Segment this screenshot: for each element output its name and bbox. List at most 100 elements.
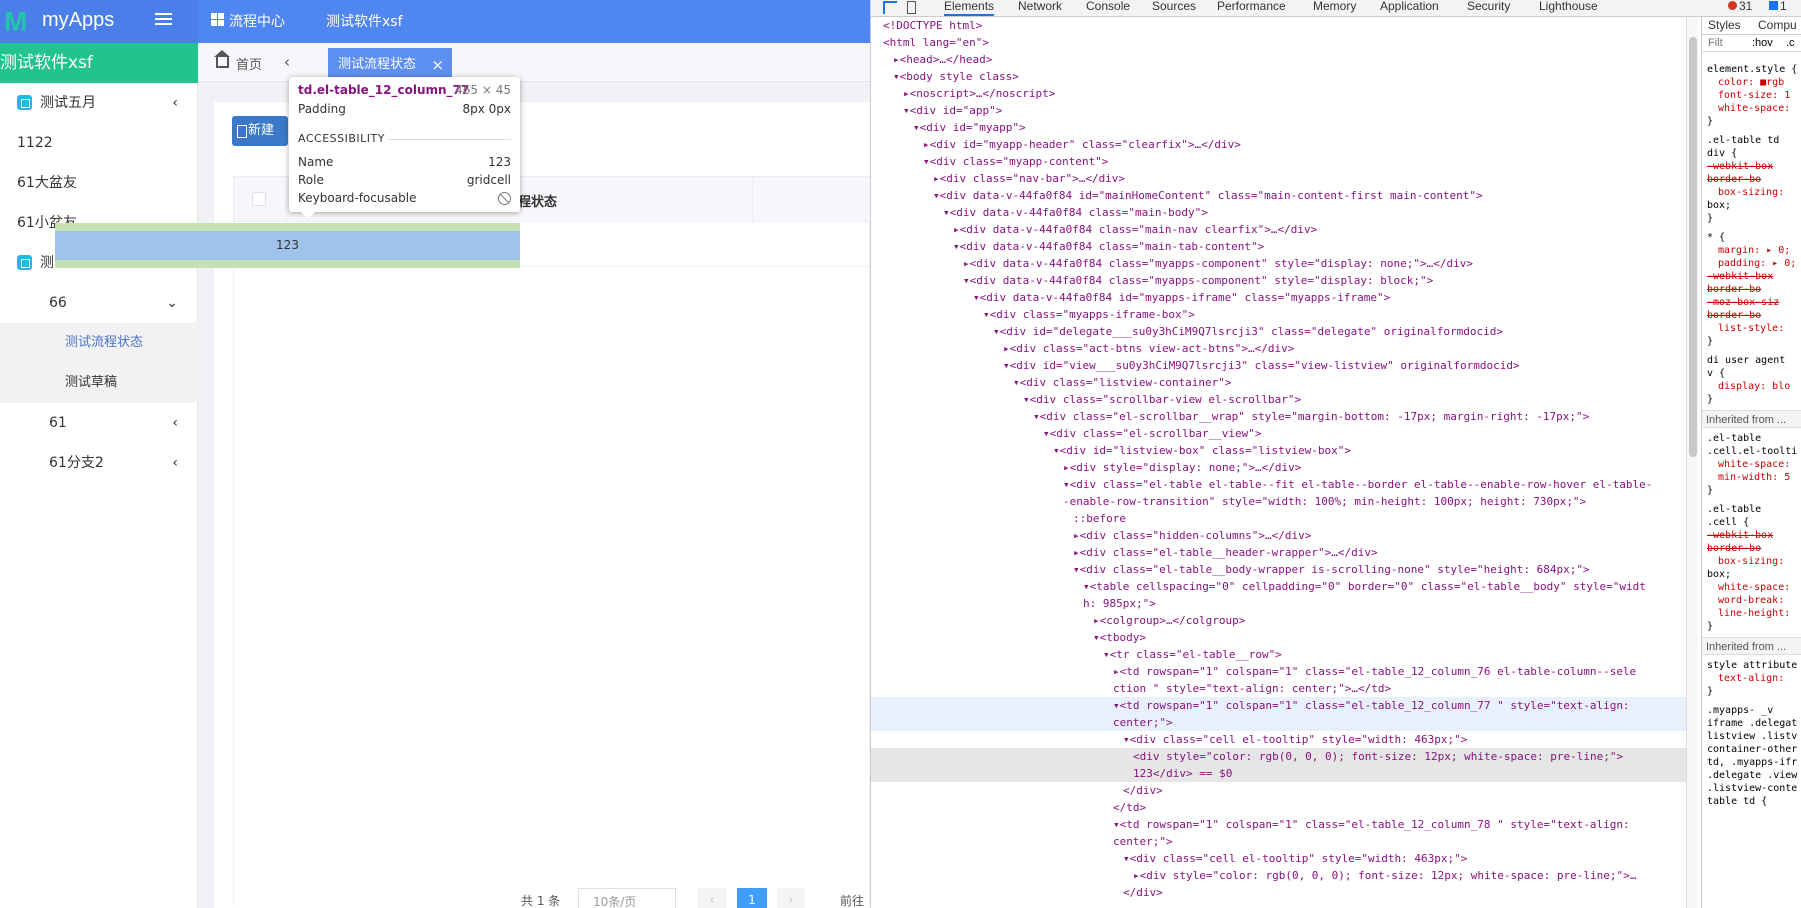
dom-node[interactable]: ction " style="text-align: center;">…</t… <box>871 680 1686 697</box>
style-rule-line: box-sizing: <box>1718 556 1785 567</box>
warning-count-badge[interactable]: 1 <box>1769 0 1787 13</box>
styles-tabbar: Styles Compu <box>1702 17 1801 35</box>
dom-node[interactable]: ▾<div id="myapp"> <box>871 119 1686 136</box>
doctype-line[interactable]: <!DOCTYPE html> <box>871 17 1686 34</box>
tab-computed[interactable]: Compu <box>1758 19 1797 32</box>
tab-sources[interactable]: Sources <box>1152 0 1196 16</box>
column-header-status[interactable]: 程状态 <box>518 191 557 210</box>
tab-elements[interactable]: Elements <box>944 0 995 16</box>
dom-node[interactable]: ▾<div id="app"> <box>871 102 1686 119</box>
dom-node[interactable]: ▾<div class="listview-container"> <box>871 374 1686 391</box>
dom-node[interactable]: ▾<div class="el-table__body-wrapper is-s… <box>871 561 1686 578</box>
dom-node[interactable]: ▾<td rowspan="1" colspan="1" class="el-t… <box>871 816 1686 833</box>
dom-node[interactable]: -enable-row-transition" style="width: 10… <box>871 493 1686 510</box>
sidebar-item-1122[interactable]: 1122 <box>0 123 198 163</box>
dom-node[interactable]: ▸<div class="el-table__header-wrapper">…… <box>871 544 1686 561</box>
dom-node[interactable]: h: 985px;"> <box>871 595 1686 612</box>
tab-application[interactable]: Application <box>1380 0 1439 16</box>
menu-toggle-icon[interactable] <box>155 13 172 27</box>
hover-toggle[interactable]: :hov <box>1752 37 1773 50</box>
topnav-app-name[interactable]: 测试软件xsf <box>326 11 403 31</box>
dom-node[interactable]: </div> <box>871 782 1686 799</box>
dom-node[interactable]: ▸<div data-v-44fa0f84 class="main-nav cl… <box>871 221 1686 238</box>
sidebar-item-process-status[interactable]: 测试流程状态 <box>0 323 198 363</box>
prev-page-button[interactable]: ‹ <box>698 888 726 908</box>
new-button[interactable]: 新建 <box>232 116 288 146</box>
dom-node[interactable]: <html lang="en"> <box>871 34 1686 51</box>
dom-scrollbar[interactable] <box>1686 17 1698 908</box>
tab-console[interactable]: Console <box>1086 0 1130 16</box>
dom-node[interactable]: ▾<div id="delegate___su0y3hCiM9Q7lsrcji3… <box>871 323 1686 340</box>
dom-node[interactable]: ▾<td rowspan="1" colspan="1" class="el-t… <box>871 697 1686 714</box>
select-all-checkbox[interactable] <box>252 192 266 206</box>
sidebar-item-label: 61 <box>49 415 67 431</box>
dom-node[interactable]: ▾<div class="myapps-iframe-box"> <box>871 306 1686 323</box>
tab-home[interactable]: 首页 <box>236 54 262 73</box>
dom-node[interactable]: center;"> <box>871 833 1686 850</box>
dom-node[interactable]: ▾<div class="cell el-tooltip" style="wid… <box>871 850 1686 867</box>
dom-node[interactable]: ▾<tbody> <box>871 629 1686 646</box>
dom-node[interactable]: </td> <box>871 799 1686 816</box>
device-toolbar-icon[interactable] <box>907 1 916 14</box>
dom-node[interactable]: ▾<div data-v-44fa0f84 id="mainHomeConten… <box>871 187 1686 204</box>
sidebar-item-61[interactable]: 61 ‹ <box>0 403 198 443</box>
dom-node[interactable]: ▾<div data-v-44fa0f84 class="main-tab-co… <box>871 238 1686 255</box>
dom-node[interactable]: ▾<div class="el-scrollbar__wrap" style="… <box>871 408 1686 425</box>
dom-node[interactable]: center;"> <box>871 714 1686 731</box>
dom-node[interactable]: ▾<div id="view___su0y3hCiM9Q7lsrcji3" cl… <box>871 357 1686 374</box>
tooltip-padding-label: Padding <box>298 102 346 116</box>
dom-node[interactable]: <div style="color: rgb(0, 0, 0); font-si… <box>871 748 1686 765</box>
dom-node[interactable]: ▸<div style="color: rgb(0, 0, 0); font-s… <box>871 867 1686 884</box>
dom-node[interactable]: ▸<div class="hidden-columns">…</div> <box>871 527 1686 544</box>
table-cell[interactable]: 123 <box>55 231 520 260</box>
tab-scroll-left-icon[interactable]: ‹ <box>284 53 290 71</box>
dom-node[interactable]: ▸<div class="nav-bar">…</div> <box>871 170 1686 187</box>
dom-node[interactable]: ▾<div class="myapp-content"> <box>871 153 1686 170</box>
page-number-button[interactable]: 1 <box>737 888 767 908</box>
styles-filter-input[interactable]: Filt <box>1708 37 1723 50</box>
dom-node[interactable]: ▸<colgroup>…</colgroup> <box>871 612 1686 629</box>
dom-node[interactable]: ▸<div id="myapp-header" class="clearfix"… <box>871 136 1686 153</box>
dom-node[interactable]: ▾<div id="listview-box" class="listview-… <box>871 442 1686 459</box>
next-page-button[interactable]: › <box>777 888 805 908</box>
tab-memory[interactable]: Memory <box>1313 0 1356 16</box>
tab-network[interactable]: Network <box>1018 0 1062 16</box>
dom-node[interactable]: ▾<tr class="el-table__row"> <box>871 646 1686 663</box>
dom-node[interactable]: </div> <box>871 884 1686 901</box>
sidebar-item-66[interactable]: 66 ⌄ <box>0 283 198 323</box>
home-icon[interactable] <box>214 50 230 68</box>
dom-node[interactable]: ▸<div style="display: none;">…</div> <box>871 459 1686 476</box>
class-toggle[interactable]: .c <box>1786 37 1795 50</box>
sidebar-item-61-branch2[interactable]: 61分支2 ‹ <box>0 443 198 483</box>
dom-node[interactable]: ▾<div class="el-table el-table--fit el-t… <box>871 476 1686 493</box>
sidebar-item-may[interactable]: 测试五月 ‹ <box>0 83 198 123</box>
inspect-element-icon[interactable] <box>883 1 897 14</box>
dom-node[interactable]: ▾<div data-v-44fa0f84 class="myapps-comp… <box>871 272 1686 289</box>
style-rule-line: display: blo <box>1718 381 1791 392</box>
dom-node[interactable]: ▸<td rowspan="1" colspan="1" class="el-t… <box>871 663 1686 680</box>
dom-node[interactable]: ▾<div class="el-scrollbar__view"> <box>871 425 1686 442</box>
dom-node[interactable]: ::before <box>871 510 1686 527</box>
dom-node[interactable]: ▾<div data-v-44fa0f84 class="main-body"> <box>871 204 1686 221</box>
dom-node[interactable]: ▸<div data-v-44fa0f84 class="myapps-comp… <box>871 255 1686 272</box>
dom-node[interactable]: ▾<table cellspacing="0" cellpadding="0" … <box>871 578 1686 595</box>
dom-node[interactable]: 123</div> == $0 <box>871 765 1686 782</box>
style-rule-line: .myapps- _v <box>1707 705 1774 716</box>
error-count-badge[interactable]: 31 <box>1728 0 1752 13</box>
tab-security[interactable]: Security <box>1467 0 1510 16</box>
dom-node[interactable]: ▸<div class="act-btns view-act-btns">…</… <box>871 340 1686 357</box>
dom-node[interactable]: ▸<noscript>…</noscript> <box>871 85 1686 102</box>
dom-node[interactable]: ▾<body style class> <box>871 68 1686 85</box>
style-rule-line: iframe .delegat <box>1707 718 1798 729</box>
page-size-select[interactable]: 10条/页 <box>578 888 676 908</box>
dom-node[interactable]: ▾<div data-v-44fa0f84 id="myapps-iframe"… <box>871 289 1686 306</box>
tab-performance[interactable]: Performance <box>1217 0 1286 16</box>
tab-lighthouse[interactable]: Lighthouse <box>1539 0 1598 16</box>
tab-styles[interactable]: Styles <box>1708 19 1741 32</box>
topnav-process-center[interactable]: 流程中心 <box>229 11 285 31</box>
dom-node[interactable]: ▾<div class="scrollbar-view el-scrollbar… <box>871 391 1686 408</box>
sidebar-item-draft[interactable]: 测试草稿 <box>0 363 198 403</box>
dom-node[interactable]: ▾<div class="cell el-tooltip" style="wid… <box>871 731 1686 748</box>
sidebar-item-61-big[interactable]: 61大盆友 <box>0 163 198 203</box>
dom-node[interactable]: ▸<head>…</head> <box>871 51 1686 68</box>
